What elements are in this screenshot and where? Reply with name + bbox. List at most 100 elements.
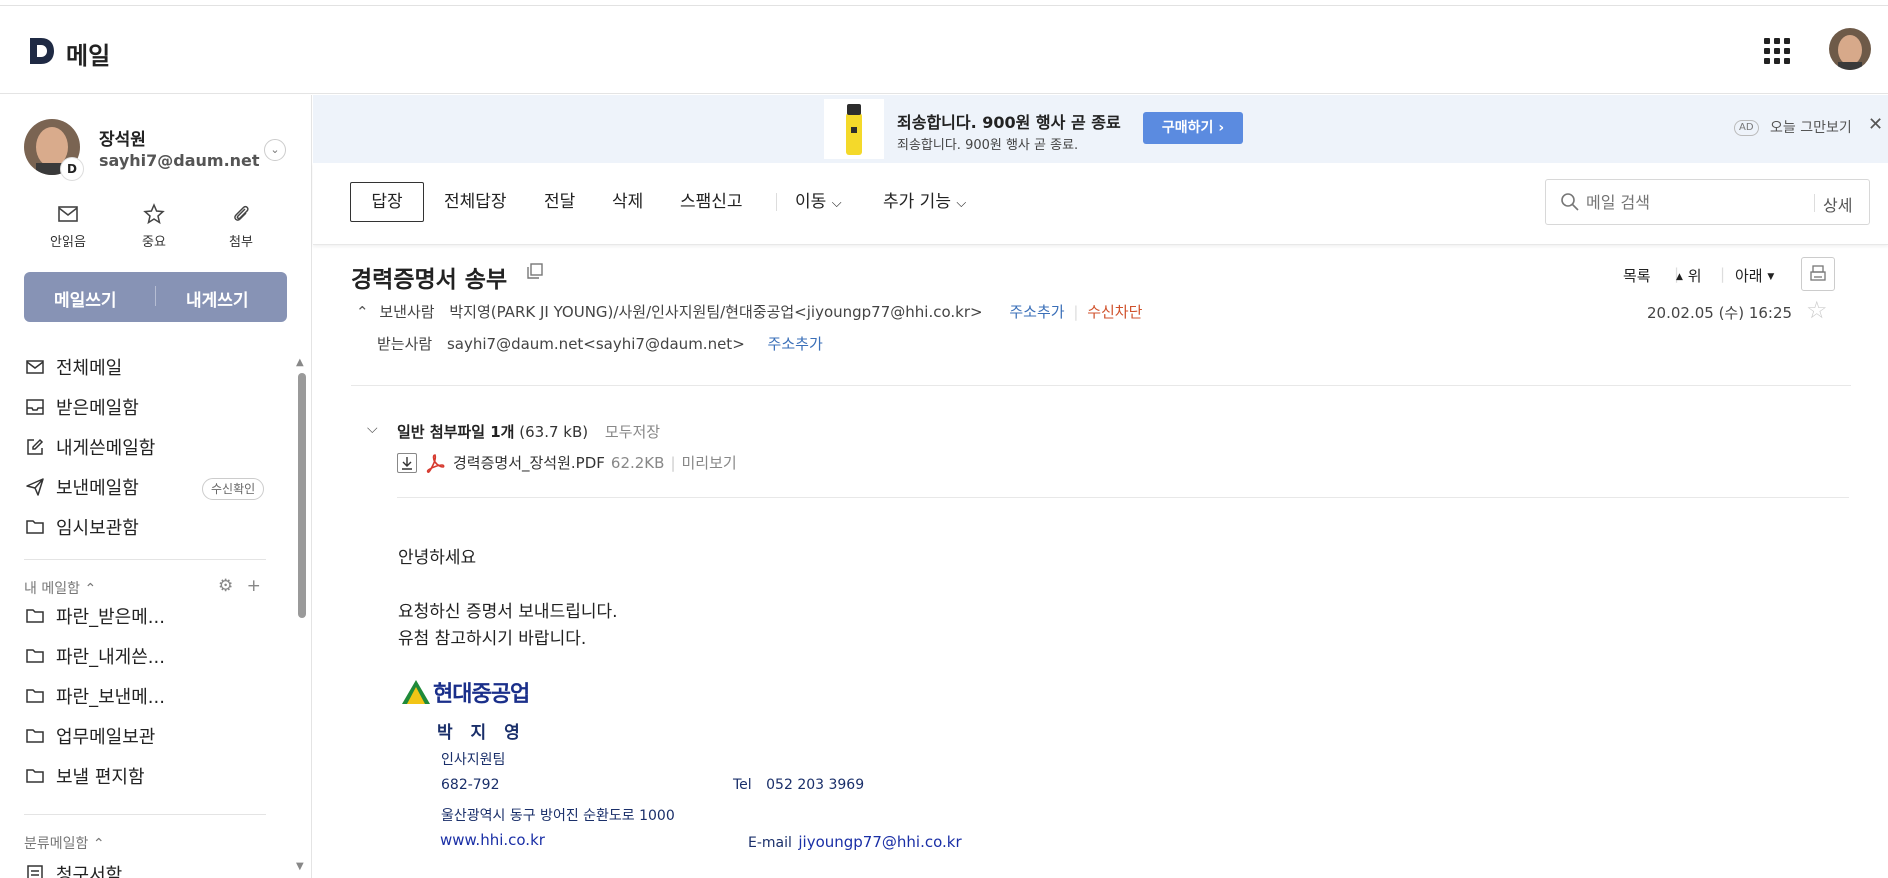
settings-gear-icon[interactable]: ⚙ <box>218 576 233 596</box>
copy-subject-icon[interactable] <box>526 262 544 280</box>
signature-email-link[interactable]: jiyoungp77@hhi.co.kr <box>798 833 961 851</box>
attachment-size: 62.2KB <box>610 453 665 472</box>
scroll-up-arrow-icon[interactable]: ▲ <box>296 357 304 368</box>
signature-postal-code: 682-792 <box>441 777 500 793</box>
compose-divider <box>155 286 156 306</box>
quick-unread-label: 안읽음 <box>50 235 86 250</box>
print-button[interactable] <box>1801 257 1835 291</box>
signature-team: 인사지원팀 <box>441 752 506 768</box>
mailbox-sent[interactable]: 보낸메일함 <box>24 473 139 501</box>
write-to-self-button[interactable]: 내게쓰기 <box>186 286 249 311</box>
app-header: 메일 <box>0 6 1888 94</box>
scroll-down-arrow-icon[interactable]: ▼ <box>296 861 304 872</box>
sidebar-scrollbar-thumb[interactable] <box>298 373 306 618</box>
chevron-down-icon: ⌵ <box>831 196 842 211</box>
folder-icon <box>24 605 46 627</box>
daum-badge-icon: D <box>60 157 84 181</box>
download-icon[interactable] <box>397 452 417 473</box>
detailed-search-button[interactable]: 상세 <box>1823 192 1852 216</box>
mailbox-all[interactable]: 전체메일 <box>24 353 122 381</box>
signature-phone: Tel 052 203 3969 <box>733 777 864 793</box>
sidebar: D 장석원 sayhi7@daum.net ⌄ 안읽음 중요 첨부 메일쓰기 내… <box>0 95 312 878</box>
recipient-address[interactable]: sayhi7@daum.net<sayhi7@daum.net> <box>447 335 745 353</box>
close-icon[interactable]: ✕ <box>1868 114 1883 135</box>
mailbox-self-label: 내게쓴메일함 <box>56 438 156 459</box>
more-actions-label: 추가 기능 <box>883 192 951 212</box>
attachment-preview-link[interactable]: 미리보기 <box>682 452 737 473</box>
delete-button[interactable]: 삭제 <box>612 182 643 222</box>
sender-address[interactable]: 박지영(PARK JI YOUNG)/사원/인사지원팀/현대중공업<jiyoun… <box>449 303 982 321</box>
previous-message-button[interactable]: ▲ 위 <box>1676 265 1702 286</box>
user-avatar[interactable] <box>1829 28 1871 70</box>
attachment-filename[interactable]: 경력증명서_장석원.PDF <box>453 452 605 473</box>
category-mailbox-header[interactable]: 분류메일함 ⌃ <box>24 833 105 853</box>
star-icon <box>114 203 194 231</box>
chevron-up-icon: ⌃ <box>92 836 105 852</box>
folder-item-bills[interactable]: 청구서함 <box>24 860 122 878</box>
message-date: 20.02.05 (수) 16:25 <box>1647 304 1793 322</box>
nav-divider: | <box>1720 265 1726 283</box>
next-message-button[interactable]: 아래 ▼ <box>1735 265 1774 286</box>
add-folder-plus-icon[interactable]: + <box>247 576 261 596</box>
app-title[interactable]: 메일 <box>66 36 110 71</box>
more-actions-dropdown[interactable]: 추가 기능 ⌵ <box>883 182 966 222</box>
daum-logo-icon[interactable] <box>28 36 56 66</box>
report-spam-button[interactable]: 스팸신고 <box>680 182 743 222</box>
search-icon[interactable] <box>1560 192 1580 212</box>
mail-icon <box>24 356 46 378</box>
back-to-list-button[interactable]: 목록 <box>1623 265 1651 286</box>
to-label: 받는사람 <box>377 335 433 353</box>
ad-title[interactable]: 죄송합니다. 900원 행사 곧 종료 <box>897 109 1121 133</box>
folder-icon <box>24 645 46 667</box>
attachments-header: 일반 첨부파일 1개 (63.7 kB) 모두저장 <box>397 421 660 442</box>
move-dropdown[interactable]: 이동 ⌵ <box>795 182 842 222</box>
my-mailbox-header[interactable]: 내 메일함 ⌃ <box>24 578 96 598</box>
add-recipient-contact-link[interactable]: 주소추가 <box>768 335 823 353</box>
forward-button[interactable]: 전달 <box>544 182 575 222</box>
printer-icon <box>1810 265 1826 281</box>
move-label: 이동 <box>795 192 827 212</box>
quick-important[interactable]: 중요 <box>114 203 194 250</box>
chevron-right-icon: › <box>1218 120 1225 136</box>
folder-item[interactable]: 업무메일보관 <box>24 722 155 750</box>
attachments-count-label: 일반 첨부파일 1개 <box>397 423 515 441</box>
search-input[interactable] <box>1586 191 1796 213</box>
message-toolbar: 답장 전체답장 전달 삭제 스팸신고 이동 ⌵ 추가 기능 ⌵ 상세 <box>313 163 1888 245</box>
reply-button[interactable]: 답장 <box>350 182 424 222</box>
collapse-header-chevron-icon[interactable]: ⌃ <box>356 303 369 321</box>
folder-item[interactable]: 보낼 편지함 <box>24 762 145 790</box>
pdf-icon <box>426 453 445 473</box>
folder-item-label: 업무메일보관 <box>56 727 156 748</box>
signature-email: E-mail jiyoungp77@hhi.co.kr <box>748 833 962 851</box>
ad-buy-label: 구매하기 <box>1161 120 1214 136</box>
folder-item[interactable]: 파란_보낸메... <box>24 682 165 710</box>
account-toggle-chevron-icon[interactable]: ⌄ <box>264 139 286 161</box>
body-greeting: 안녕하세요 <box>398 548 477 568</box>
mailbox-inbox[interactable]: 받은메일함 <box>24 393 139 421</box>
attachment-item: 경력증명서_장석원.PDF 62.2KB | 미리보기 <box>397 452 737 473</box>
reply-all-button[interactable]: 전체답장 <box>444 182 507 222</box>
add-sender-contact-link[interactable]: 주소추가 <box>1009 303 1064 321</box>
triangle-down-icon: ▼ <box>1767 272 1775 282</box>
read-confirm-button[interactable]: 수신확인 <box>202 478 265 500</box>
star-icon[interactable]: ☆ <box>1806 296 1828 324</box>
block-sender-link[interactable]: 수신차단 <box>1087 303 1142 321</box>
ad-dismiss-today[interactable]: 오늘 그만보기 <box>1770 117 1852 137</box>
attachments-collapse-chevron-icon[interactable]: ⌵ <box>367 421 378 437</box>
send-icon <box>24 476 46 498</box>
apps-grid-icon[interactable] <box>1764 38 1790 64</box>
folder-item-label: 파란_받은메... <box>56 607 165 628</box>
folder-item[interactable]: 파란_내게쓴... <box>24 642 165 670</box>
mailbox-self[interactable]: 내게쓴메일함 <box>24 433 155 461</box>
compose-button[interactable]: 메일쓰기 <box>54 286 117 311</box>
quick-attachment[interactable]: 첨부 <box>201 203 281 250</box>
ad-product-image[interactable] <box>824 99 884 159</box>
ad-buy-button[interactable]: 구매하기 › <box>1143 112 1243 144</box>
header-divider <box>351 385 1851 386</box>
envelope-icon <box>28 203 108 231</box>
signature-website-link[interactable]: www.hhi.co.kr <box>440 831 545 849</box>
folder-item[interactable]: 파란_받은메... <box>24 602 165 630</box>
save-all-attachments-link[interactable]: 모두저장 <box>605 423 660 441</box>
mailbox-drafts[interactable]: 임시보관함 <box>24 513 139 541</box>
quick-unread[interactable]: 안읽음 <box>28 203 108 250</box>
